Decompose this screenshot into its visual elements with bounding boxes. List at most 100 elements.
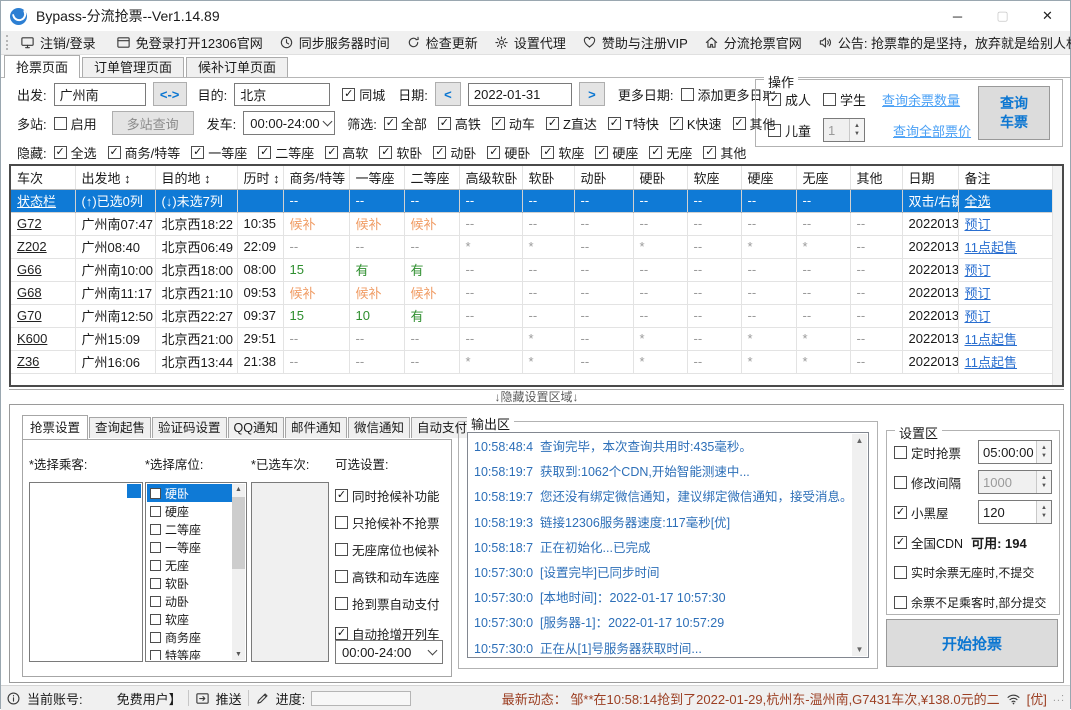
settings-checkbox[interactable]: 余票不足乘客时,部分提交 bbox=[894, 594, 1046, 611]
student-checkbox[interactable]: 学生 bbox=[823, 90, 866, 109]
hide-settings-bar[interactable]: ↓隐藏设置区域↓ bbox=[9, 389, 1064, 404]
filter-option[interactable]: 其他 bbox=[732, 114, 776, 133]
toolbar-item-6[interactable]: 分流抢票官网 bbox=[696, 31, 810, 55]
grab-option[interactable]: 高铁和动车选座 bbox=[335, 570, 440, 585]
settings-checkbox[interactable]: 定时抢票 bbox=[894, 443, 961, 462]
train-link[interactable]: 状态栏 bbox=[11, 189, 76, 213]
grab-time-range-select[interactable]: 00:00-24:00 bbox=[335, 640, 443, 664]
push-button[interactable]: 推送 bbox=[216, 689, 242, 708]
toolbar-item-5[interactable]: 赞助与注册VIP bbox=[574, 31, 696, 55]
toolbar-item-1[interactable]: 免登录打开12306官网 bbox=[108, 31, 271, 55]
hide-option[interactable]: 二等座 bbox=[258, 143, 314, 162]
tab-1[interactable]: 订单管理页面 bbox=[82, 57, 185, 77]
spinner[interactable]: 1000 ▲ ▼ bbox=[978, 470, 1052, 494]
remark-link[interactable]: 预订 bbox=[958, 212, 1052, 236]
query-all-prices-link[interactable]: 查询全部票价 bbox=[893, 121, 971, 140]
table-row[interactable]: G66 广州南10:00 北京西18:00 08:00 15 有有 -- -- -- -- -- --… bbox=[11, 258, 1052, 282]
seat-item[interactable]: 硬座 bbox=[147, 502, 232, 520]
hide-option[interactable]: 无座 bbox=[649, 143, 692, 162]
settings-checkbox[interactable]: 实时余票无座时,不提交 bbox=[894, 564, 1034, 581]
spinner[interactable]: 05:00:00 ▲ ▼ bbox=[978, 440, 1052, 464]
seat-item[interactable]: 无座 bbox=[147, 556, 232, 574]
grab-option[interactable]: 同时抢候补功能 bbox=[335, 489, 440, 504]
multi-station-query-button[interactable]: 多站查询 bbox=[111, 111, 194, 135]
start-grab-button[interactable]: 开始抢票 bbox=[886, 619, 1058, 667]
train-link[interactable]: K600 bbox=[11, 327, 76, 351]
remark-link[interactable]: 全选 bbox=[958, 189, 1052, 213]
filter-option[interactable]: Z直达 bbox=[545, 114, 597, 133]
settings-checkbox[interactable]: 修改间隔 bbox=[894, 473, 961, 492]
toolbar-item-4[interactable]: 设置代理 bbox=[486, 31, 574, 55]
hide-option[interactable]: 硬座 bbox=[595, 143, 638, 162]
seat-item[interactable]: 软卧 bbox=[147, 574, 232, 592]
grab-option[interactable]: 抢到票自动支付 bbox=[335, 597, 440, 612]
minimize-button[interactable]: ─ bbox=[935, 1, 980, 31]
next-date-button[interactable]: > bbox=[578, 82, 605, 106]
hide-option[interactable]: 软卧 bbox=[379, 143, 422, 162]
tab-0[interactable]: 抢票页面 bbox=[4, 55, 81, 78]
scroll-down-icon[interactable]: ▼ bbox=[856, 645, 864, 654]
table-row[interactable]: G72 广州南07:47 北京西18:22 10:35 候补 候补 候补 -- -- -- -- --… bbox=[11, 212, 1052, 236]
query-tickets-button[interactable]: 查询车票 bbox=[978, 86, 1050, 140]
seat-item[interactable]: 软座 bbox=[147, 610, 232, 628]
tab-2[interactable]: 候补订单页面 bbox=[186, 57, 289, 77]
grab-option[interactable]: 只抢候补不抢票 bbox=[335, 516, 440, 531]
filter-option[interactable]: 全部 bbox=[383, 114, 427, 133]
seat-item[interactable]: 一等座 bbox=[147, 538, 232, 556]
maximize-button[interactable]: ▢ bbox=[980, 1, 1025, 31]
table-header-2[interactable]: 目的地 ↕ bbox=[155, 166, 238, 190]
table-header-3[interactable]: 历时 ↕ bbox=[237, 166, 284, 190]
remark-link[interactable]: 预订 bbox=[958, 281, 1052, 305]
spinner-arrows[interactable]: ▲ ▼ bbox=[849, 119, 865, 141]
table-header-1[interactable]: 出发地 ↕ bbox=[75, 166, 156, 190]
toolbar-item-3[interactable]: 检查更新 bbox=[398, 31, 486, 55]
depart-input[interactable]: 广州南 bbox=[53, 82, 146, 106]
filter-option[interactable]: T特快 bbox=[607, 114, 659, 133]
toolbar-item-0[interactable]: 注销/登录 bbox=[12, 31, 104, 55]
child-count-spinner[interactable]: 1 ▲ ▼ bbox=[823, 118, 866, 142]
spinner-arrows[interactable]: ▲ ▼ bbox=[1036, 471, 1051, 493]
close-button[interactable]: ✕ bbox=[1025, 1, 1070, 31]
swap-stations-button[interactable]: <-> bbox=[152, 82, 187, 106]
spinner-arrows[interactable]: ▲ ▼ bbox=[1036, 501, 1051, 523]
train-link[interactable]: G66 bbox=[11, 258, 76, 282]
date-input[interactable]: 2022-01-31 bbox=[467, 82, 572, 106]
hide-option[interactable]: 硬卧 bbox=[487, 143, 530, 162]
grab-option[interactable]: 无座席位也候补 bbox=[335, 543, 440, 558]
seat-item[interactable]: 动卧 bbox=[147, 592, 232, 610]
settings-checkbox[interactable]: 全国CDN bbox=[894, 533, 963, 552]
scroll-thumb[interactable] bbox=[232, 497, 245, 569]
multi-enable-checkbox[interactable]: 启用 bbox=[53, 114, 97, 133]
seat-item[interactable]: 特等座 bbox=[147, 646, 232, 660]
train-link[interactable]: G68 bbox=[11, 281, 76, 305]
table-row[interactable]: Z202 广州08:40 北京西06:49 22:09 -- -- -- * * -- * -- * * -… bbox=[11, 235, 1052, 259]
prev-date-button[interactable]: < bbox=[434, 82, 461, 106]
hide-option[interactable]: 其他 bbox=[703, 143, 746, 162]
remark-link[interactable]: 11点起售 bbox=[958, 327, 1052, 351]
scroll-up-icon[interactable]: ▲ bbox=[856, 436, 864, 445]
seat-item[interactable]: 商务座 bbox=[147, 628, 232, 646]
remark-link[interactable]: 预订 bbox=[958, 304, 1052, 328]
selected-trains-list[interactable] bbox=[251, 482, 329, 662]
depart-time-select[interactable]: 00:00-24:00 bbox=[243, 111, 336, 135]
settings-tab-3[interactable]: QQ通知 bbox=[227, 417, 284, 438]
remark-link[interactable]: 11点起售 bbox=[958, 235, 1052, 259]
settings-tab-0[interactable]: 抢票设置 bbox=[22, 415, 89, 439]
hide-option[interactable]: 全选 bbox=[53, 143, 97, 162]
spinner-arrows[interactable]: ▲ ▼ bbox=[1036, 441, 1051, 463]
spinner[interactable]: 120 ▲ ▼ bbox=[978, 500, 1052, 524]
table-row[interactable]: 状态栏 (↑)已选0列 (↓)未选7列 -- -- -- -- -- -- -- -- -- -- 双击/… bbox=[11, 189, 1052, 213]
settings-checkbox[interactable]: 小黑屋 bbox=[894, 503, 949, 522]
output-scrollbar[interactable]: ▲ ▼ bbox=[852, 434, 867, 656]
adult-checkbox[interactable]: 成人 bbox=[768, 90, 811, 109]
table-row[interactable]: G70 广州南12:50 北京西22:27 09:37 15 10 有 -- -- -- -- -- -… bbox=[11, 304, 1052, 328]
train-link[interactable]: G72 bbox=[11, 212, 76, 236]
table-row[interactable]: Z36 广州16:06 北京西13:44 21:38 -- -- -- * * -- * -- * * --… bbox=[11, 350, 1052, 374]
scroll-up-icon[interactable]: ▲ bbox=[235, 486, 242, 493]
settings-tab-4[interactable]: 邮件通知 bbox=[285, 417, 348, 438]
toolbar-item-2[interactable]: 同步服务器时间 bbox=[271, 31, 398, 55]
remark-link[interactable]: 11点起售 bbox=[958, 350, 1052, 374]
seat-item[interactable]: 二等座 bbox=[147, 520, 232, 538]
hide-option[interactable]: 软座 bbox=[541, 143, 584, 162]
passenger-list[interactable] bbox=[29, 482, 143, 662]
